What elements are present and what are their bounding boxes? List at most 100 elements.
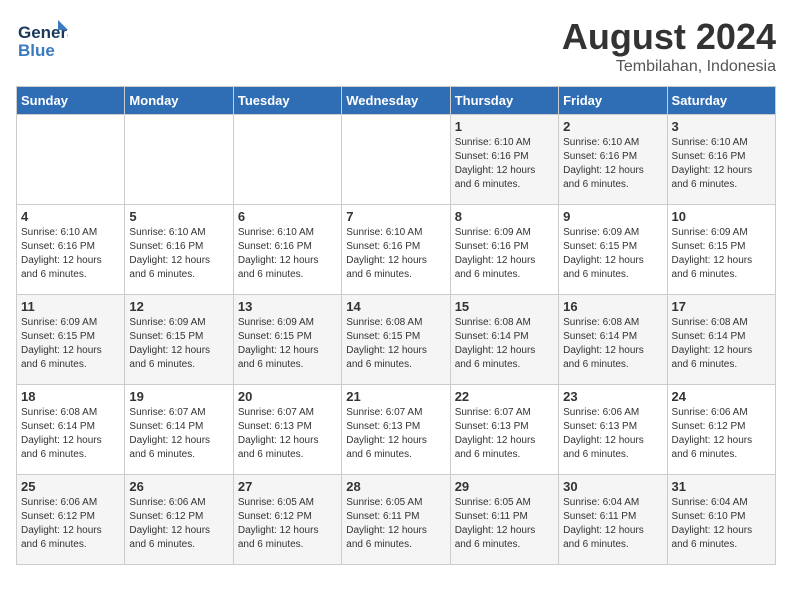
calendar-cell <box>342 115 450 205</box>
calendar-cell: 24 Sunrise: 6:06 AM Sunset: 6:12 PM Dayli… <box>667 385 775 475</box>
day-info: Sunrise: 6:10 AM Sunset: 6:16 PM Dayligh… <box>21 226 120 282</box>
calendar-cell: 23 Sunrise: 6:06 AM Sunset: 6:13 PM Dayli… <box>559 385 667 475</box>
calendar-cell <box>233 115 341 205</box>
day-number: 7 <box>346 209 445 224</box>
calendar-cell: 18 Sunrise: 6:08 AM Sunset: 6:14 PM Dayli… <box>17 385 125 475</box>
day-info: Sunrise: 6:05 AM Sunset: 6:11 PM Dayligh… <box>455 496 554 552</box>
day-number: 16 <box>563 299 662 314</box>
header-cell-monday: Monday <box>125 87 233 115</box>
day-number: 20 <box>238 389 337 404</box>
day-info: Sunrise: 6:08 AM Sunset: 6:14 PM Dayligh… <box>21 406 120 462</box>
day-info: Sunrise: 6:09 AM Sunset: 6:15 PM Dayligh… <box>129 316 228 372</box>
day-info: Sunrise: 6:08 AM Sunset: 6:14 PM Dayligh… <box>672 316 771 372</box>
calendar-cell: 16 Sunrise: 6:08 AM Sunset: 6:14 PM Dayli… <box>559 295 667 385</box>
week-row-4: 18 Sunrise: 6:08 AM Sunset: 6:14 PM Dayli… <box>17 385 776 475</box>
calendar-cell: 20 Sunrise: 6:07 AM Sunset: 6:13 PM Dayli… <box>233 385 341 475</box>
day-info: Sunrise: 6:07 AM Sunset: 6:13 PM Dayligh… <box>238 406 337 462</box>
day-info: Sunrise: 6:10 AM Sunset: 6:16 PM Dayligh… <box>346 226 445 282</box>
day-info: Sunrise: 6:05 AM Sunset: 6:11 PM Dayligh… <box>346 496 445 552</box>
day-info: Sunrise: 6:09 AM Sunset: 6:16 PM Dayligh… <box>455 226 554 282</box>
calendar-cell <box>125 115 233 205</box>
day-info: Sunrise: 6:07 AM Sunset: 6:13 PM Dayligh… <box>346 406 445 462</box>
day-number: 10 <box>672 209 771 224</box>
calendar-cell: 25 Sunrise: 6:06 AM Sunset: 6:12 PM Dayli… <box>17 475 125 565</box>
day-number: 8 <box>455 209 554 224</box>
day-number: 23 <box>563 389 662 404</box>
calendar-cell: 10 Sunrise: 6:09 AM Sunset: 6:15 PM Dayli… <box>667 205 775 295</box>
day-info: Sunrise: 6:07 AM Sunset: 6:14 PM Dayligh… <box>129 406 228 462</box>
day-info: Sunrise: 6:06 AM Sunset: 6:12 PM Dayligh… <box>672 406 771 462</box>
calendar-cell <box>17 115 125 205</box>
calendar-cell: 21 Sunrise: 6:07 AM Sunset: 6:13 PM Dayli… <box>342 385 450 475</box>
day-number: 30 <box>563 479 662 494</box>
header-cell-thursday: Thursday <box>450 87 558 115</box>
subtitle: Tembilahan, Indonesia <box>562 58 776 76</box>
day-number: 22 <box>455 389 554 404</box>
calendar-cell: 8 Sunrise: 6:09 AM Sunset: 6:16 PM Daylig… <box>450 205 558 295</box>
calendar-cell: 5 Sunrise: 6:10 AM Sunset: 6:16 PM Daylig… <box>125 205 233 295</box>
day-info: Sunrise: 6:08 AM Sunset: 6:14 PM Dayligh… <box>455 316 554 372</box>
day-info: Sunrise: 6:07 AM Sunset: 6:13 PM Dayligh… <box>455 406 554 462</box>
day-number: 5 <box>129 209 228 224</box>
calendar-cell: 14 Sunrise: 6:08 AM Sunset: 6:15 PM Dayli… <box>342 295 450 385</box>
day-number: 17 <box>672 299 771 314</box>
day-info: Sunrise: 6:10 AM Sunset: 6:16 PM Dayligh… <box>129 226 228 282</box>
day-number: 9 <box>563 209 662 224</box>
week-row-2: 4Sunrise: 6:10 AM Sunset: 6:16 PM Daylig… <box>17 205 776 295</box>
day-number: 1 <box>455 119 554 134</box>
svg-text:Blue: Blue <box>18 41 55 60</box>
calendar-cell: 2 Sunrise: 6:10 AM Sunset: 6:16 PM Daylig… <box>559 115 667 205</box>
day-number: 12 <box>129 299 228 314</box>
week-row-3: 11Sunrise: 6:09 AM Sunset: 6:15 PM Dayli… <box>17 295 776 385</box>
day-number: 15 <box>455 299 554 314</box>
calendar-cell: 7 Sunrise: 6:10 AM Sunset: 6:16 PM Daylig… <box>342 205 450 295</box>
day-info: Sunrise: 6:10 AM Sunset: 6:16 PM Dayligh… <box>455 136 554 192</box>
day-info: Sunrise: 6:09 AM Sunset: 6:15 PM Dayligh… <box>238 316 337 372</box>
day-info: Sunrise: 6:09 AM Sunset: 6:15 PM Dayligh… <box>21 316 120 372</box>
day-number: 24 <box>672 389 771 404</box>
calendar-cell: 9Sunrise: 6:09 AM Sunset: 6:15 PM Daylig… <box>559 205 667 295</box>
day-info: Sunrise: 6:08 AM Sunset: 6:14 PM Dayligh… <box>563 316 662 372</box>
calendar-cell: 30 Sunrise: 6:04 AM Sunset: 6:11 PM Dayli… <box>559 475 667 565</box>
week-row-1: 1 Sunrise: 6:10 AM Sunset: 6:16 PM Daylig… <box>17 115 776 205</box>
calendar-body: 1 Sunrise: 6:10 AM Sunset: 6:16 PM Daylig… <box>17 115 776 565</box>
day-number: 28 <box>346 479 445 494</box>
calendar-cell: 26Sunrise: 6:06 AM Sunset: 6:12 PM Dayli… <box>125 475 233 565</box>
day-number: 6 <box>238 209 337 224</box>
calendar-cell: 3 Sunrise: 6:10 AM Sunset: 6:16 PM Daylig… <box>667 115 775 205</box>
day-info: Sunrise: 6:06 AM Sunset: 6:13 PM Dayligh… <box>563 406 662 462</box>
day-info: Sunrise: 6:10 AM Sunset: 6:16 PM Dayligh… <box>238 226 337 282</box>
header-row: SundayMondayTuesdayWednesdayThursdayFrid… <box>17 87 776 115</box>
header-cell-wednesday: Wednesday <box>342 87 450 115</box>
day-number: 26 <box>129 479 228 494</box>
logo-icon: General Blue <box>16 16 68 62</box>
calendar-cell: 6 Sunrise: 6:10 AM Sunset: 6:16 PM Daylig… <box>233 205 341 295</box>
logo: General Blue <box>16 16 68 62</box>
page-header: General Blue August 2024 Tembilahan, Ind… <box>16 16 776 76</box>
day-info: Sunrise: 6:10 AM Sunset: 6:16 PM Dayligh… <box>563 136 662 192</box>
week-row-5: 25 Sunrise: 6:06 AM Sunset: 6:12 PM Dayli… <box>17 475 776 565</box>
calendar-cell: 4Sunrise: 6:10 AM Sunset: 6:16 PM Daylig… <box>17 205 125 295</box>
calendar-header: SundayMondayTuesdayWednesdayThursdayFrid… <box>17 87 776 115</box>
day-info: Sunrise: 6:08 AM Sunset: 6:15 PM Dayligh… <box>346 316 445 372</box>
day-number: 21 <box>346 389 445 404</box>
header-cell-tuesday: Tuesday <box>233 87 341 115</box>
day-number: 29 <box>455 479 554 494</box>
day-info: Sunrise: 6:04 AM Sunset: 6:11 PM Dayligh… <box>563 496 662 552</box>
day-info: Sunrise: 6:06 AM Sunset: 6:12 PM Dayligh… <box>21 496 120 552</box>
day-number: 14 <box>346 299 445 314</box>
day-number: 3 <box>672 119 771 134</box>
day-number: 27 <box>238 479 337 494</box>
calendar-cell: 29 Sunrise: 6:05 AM Sunset: 6:11 PM Dayli… <box>450 475 558 565</box>
calendar-cell: 22 Sunrise: 6:07 AM Sunset: 6:13 PM Dayli… <box>450 385 558 475</box>
day-number: 19 <box>129 389 228 404</box>
day-number: 25 <box>21 479 120 494</box>
calendar-cell: 31Sunrise: 6:04 AM Sunset: 6:10 PM Dayli… <box>667 475 775 565</box>
day-number: 2 <box>563 119 662 134</box>
day-info: Sunrise: 6:09 AM Sunset: 6:15 PM Dayligh… <box>672 226 771 282</box>
day-info: Sunrise: 6:10 AM Sunset: 6:16 PM Dayligh… <box>672 136 771 192</box>
header-cell-friday: Friday <box>559 87 667 115</box>
title-section: August 2024 Tembilahan, Indonesia <box>562 16 776 76</box>
calendar-cell: 12 Sunrise: 6:09 AM Sunset: 6:15 PM Dayli… <box>125 295 233 385</box>
day-number: 18 <box>21 389 120 404</box>
